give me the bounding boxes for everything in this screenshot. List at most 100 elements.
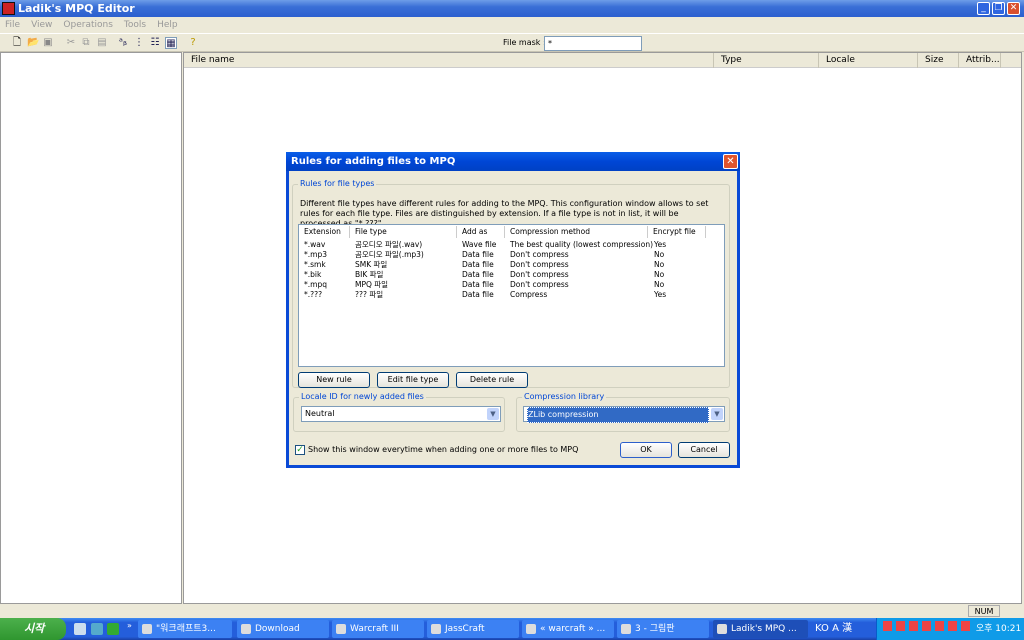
delete-rule-button[interactable]: Delete rule <box>456 372 528 388</box>
column-type[interactable]: Type <box>714 53 819 68</box>
menu-tools[interactable]: Tools <box>124 20 146 30</box>
start-button[interactable]: 시작 <box>0 618 66 640</box>
new-icon[interactable]: 🗋 <box>11 37 23 49</box>
rule-cell: Don't compress <box>510 260 569 269</box>
paste-icon[interactable]: ▤ <box>96 37 108 49</box>
show-window-checkbox[interactable]: ✓ <box>295 445 305 455</box>
rule-row[interactable]: *.smk SMK 파일 Data file Don't compress No <box>299 260 724 270</box>
rule-cell: No <box>654 260 665 269</box>
dialog-title: Rules for adding files to MPQ <box>286 152 740 171</box>
taskbar-task[interactable]: Download <box>237 620 329 638</box>
taskbar-task[interactable]: 3 - 그림판 <box>617 620 709 638</box>
rule-row[interactable]: *.wav 곰오디오 파일(.wav) Wave file The best qual… <box>299 240 724 250</box>
save-icon[interactable]: ▣ <box>42 37 54 49</box>
rule-cell: Yes <box>654 240 667 249</box>
col-compression[interactable]: Compression method <box>505 226 648 238</box>
rules-list[interactable]: Extension File type Add as Compression m… <box>298 224 725 367</box>
compression-select[interactable]: ZLib compression ▼ <box>523 406 725 423</box>
menu-bar: File View Operations Tools Help <box>0 17 1024 33</box>
task-label: « warcraft » ... <box>540 624 606 634</box>
close-button[interactable]: ✕ <box>1007 2 1020 15</box>
cancel-button[interactable]: Cancel <box>678 442 730 458</box>
details-view-icon[interactable]: ▦ <box>165 37 177 49</box>
menu-file[interactable]: File <box>5 20 20 30</box>
column-file-name[interactable]: File name <box>184 53 714 68</box>
menu-view[interactable]: View <box>31 20 52 30</box>
show-desktop-icon[interactable] <box>74 623 86 635</box>
taskbar-task[interactable]: Warcraft III <box>332 620 424 638</box>
task-app-icon <box>142 624 152 634</box>
title-bar: Ladik's MPQ Editor <box>0 0 1024 17</box>
column-size[interactable]: Size <box>918 53 959 68</box>
rule-cell: 곰오디오 파일(.wav) <box>355 240 423 249</box>
rule-cell: Don't compress <box>510 280 569 289</box>
ok-button[interactable]: OK <box>620 442 672 458</box>
task-app-icon <box>526 624 536 634</box>
taskbar-task[interactable]: « warcraft » ... <box>522 620 614 638</box>
list-view-icon[interactable]: ☷ <box>149 37 161 49</box>
clock[interactable]: 오후 10:21 <box>976 624 1021 634</box>
rule-cell: Data file <box>462 270 494 279</box>
rule-row[interactable]: *.bik BIK 파일 Data file Don't compress No <box>299 270 724 280</box>
locale-group: Locale ID for newly added files Neutral ▼ <box>293 392 505 432</box>
rule-cell: *.wav <box>304 240 326 249</box>
minimize-button[interactable]: _ <box>977 2 990 15</box>
locale-value: Neutral <box>305 409 335 418</box>
taskbar-task[interactable]: "워크래프트3... <box>138 620 232 638</box>
ime-mode: A 漢 <box>832 623 853 634</box>
rule-cell: Data file <box>462 250 494 259</box>
chevron-down-icon[interactable]: ▼ <box>711 408 723 420</box>
rule-cell: Compress <box>510 290 548 299</box>
taskbar-task[interactable]: JassCraft <box>427 620 519 638</box>
edit-file-type-button[interactable]: Edit file type <box>377 372 449 388</box>
col-extension[interactable]: Extension <box>299 226 350 238</box>
locale-group-label: Locale ID for newly added files <box>299 392 426 401</box>
task-app-icon <box>717 624 727 634</box>
taskbar: 시작 » "워크래프트3... Download Warcraft III JassC… <box>0 618 1024 640</box>
col-encrypt[interactable]: Encrypt file <box>648 226 706 238</box>
menu-operations[interactable]: Operations <box>63 20 112 30</box>
rule-cell: Data file <box>462 280 494 289</box>
column-attrib[interactable]: Attrib... <box>959 53 1001 68</box>
task-app-icon <box>621 624 631 634</box>
file-mask-label: File mask : <box>503 38 546 47</box>
quicklaunch-app-icon[interactable] <box>107 623 119 635</box>
open-icon[interactable]: 📂 <box>27 37 39 49</box>
help-icon[interactable]: ? <box>187 37 199 49</box>
rule-cell: No <box>654 280 665 289</box>
taskbar-task[interactable]: Ladik's MPQ ... <box>713 620 808 638</box>
copy-icon[interactable]: ⧉ <box>80 37 92 49</box>
compression-group: Compression library ZLib compression ▼ <box>516 392 730 432</box>
col-add-as[interactable]: Add as <box>457 226 505 238</box>
rule-row[interactable]: *.??? ??? 파일 Data file Compress Yes <box>299 290 724 300</box>
rule-cell: Yes <box>654 290 667 299</box>
start-label: 시작 <box>24 622 45 635</box>
locale-select[interactable]: Neutral ▼ <box>301 406 501 422</box>
rule-cell: Don't compress <box>510 270 569 279</box>
ie-icon[interactable] <box>91 623 103 635</box>
task-label: Warcraft III <box>350 624 399 634</box>
rules-dialog: Rules for adding files to MPQ ✕ Rules fo… <box>286 152 740 468</box>
language-bar[interactable]: KO A 漢 <box>812 618 874 640</box>
chevron-down-icon[interactable]: ▼ <box>487 408 499 420</box>
system-tray: 오후 10:21 <box>876 618 1024 640</box>
cut-icon[interactable]: ✂ <box>65 37 77 49</box>
large-icons-view-icon[interactable]: ᵃᵦ <box>117 37 129 49</box>
rule-row[interactable]: *.mpq MPQ 파일 Data file Don't compress No <box>299 280 724 290</box>
status-bar <box>0 604 1024 618</box>
small-icons-view-icon[interactable]: ⋮ <box>133 37 145 49</box>
rule-row[interactable]: *.mp3 곰오디오 파일(.mp3) Data file Don't compres… <box>299 250 724 260</box>
file-mask-input[interactable]: * <box>544 36 642 51</box>
col-file-type[interactable]: File type <box>350 226 457 238</box>
quicklaunch-chevron[interactable]: » <box>127 621 132 630</box>
restore-button[interactable]: ❐ <box>992 2 1005 15</box>
tray-icons[interactable] <box>883 621 973 631</box>
rule-cell: SMK 파일 <box>355 260 388 269</box>
column-locale[interactable]: Locale <box>819 53 918 68</box>
folder-tree[interactable] <box>0 52 182 604</box>
new-rule-button[interactable]: New rule <box>298 372 370 388</box>
task-label: Download <box>255 624 300 634</box>
task-label: Ladik's MPQ ... <box>731 624 797 634</box>
dialog-close-button[interactable]: ✕ <box>723 154 738 169</box>
menu-help[interactable]: Help <box>157 20 178 30</box>
